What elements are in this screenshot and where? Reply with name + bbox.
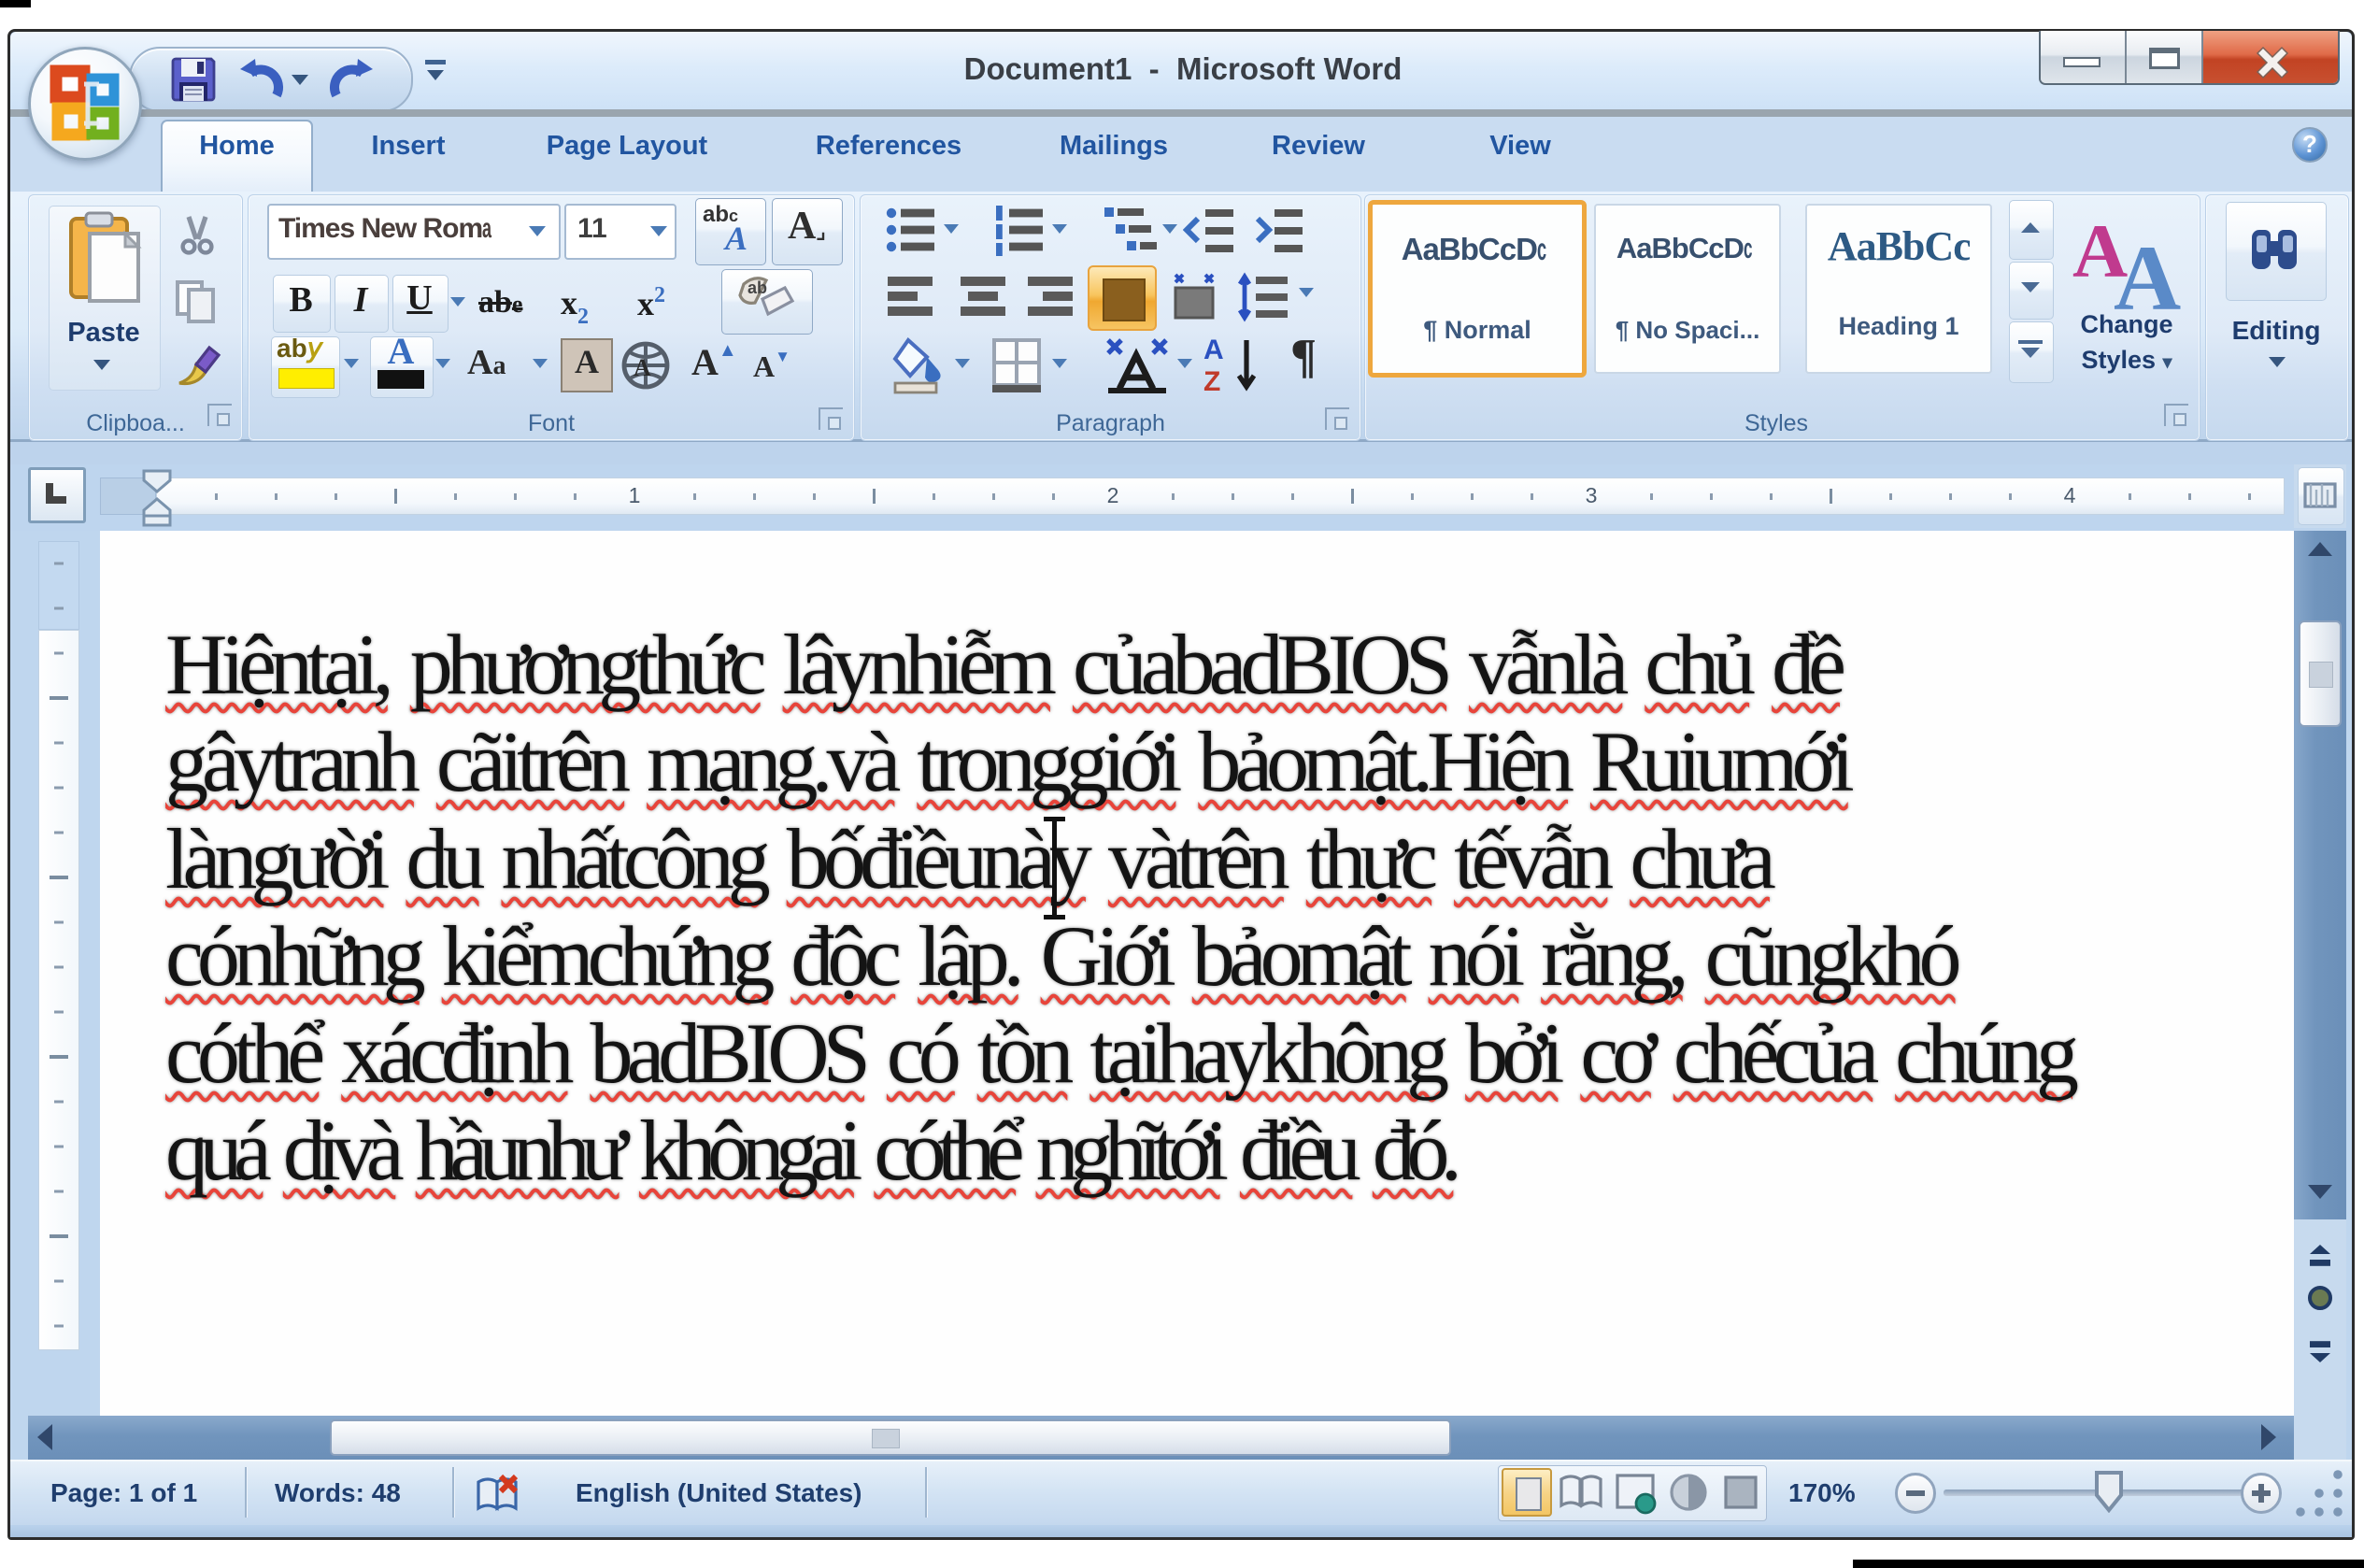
svg-text:4: 4: [2064, 483, 2076, 507]
svg-text:A: A: [634, 354, 651, 381]
svg-text:A: A: [1203, 335, 1224, 365]
svg-text:3: 3: [1586, 483, 1598, 507]
svg-text:1: 1: [629, 483, 641, 507]
svg-text:2: 2: [1107, 483, 1119, 507]
svg-text:Z: Z: [1203, 366, 1220, 397]
svg-text:ab: ab: [748, 278, 767, 297]
